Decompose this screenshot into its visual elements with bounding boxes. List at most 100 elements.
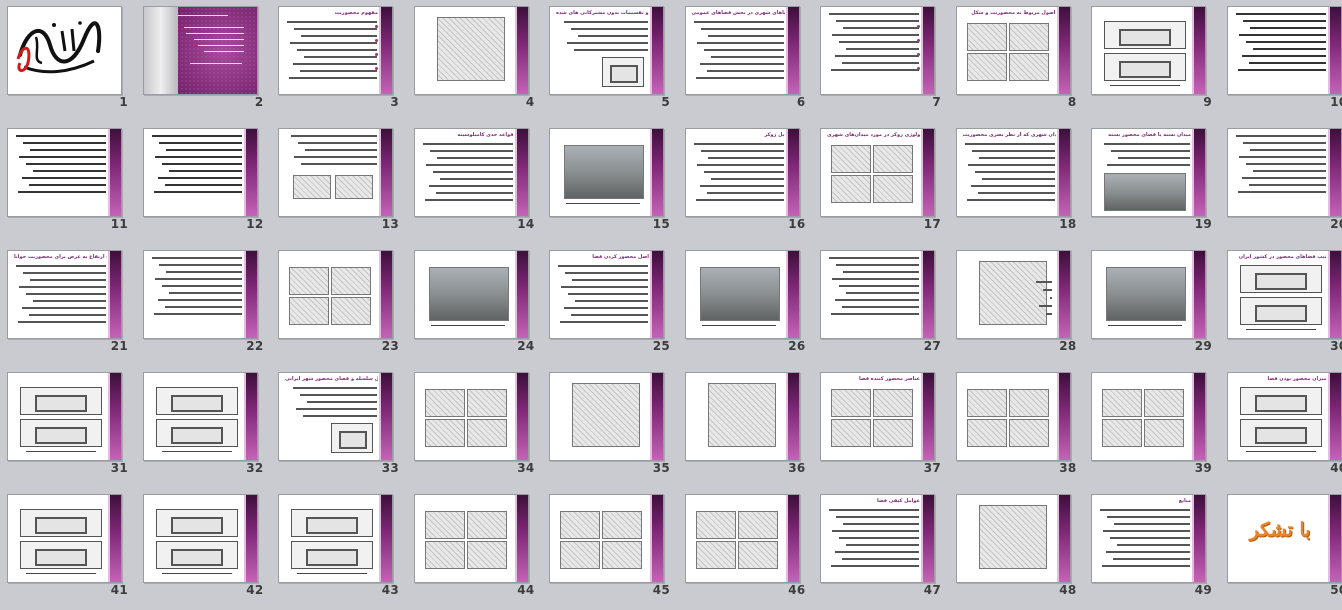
slide-preview[interactable]: [414, 372, 529, 461]
slide-preview[interactable]: [7, 6, 122, 95]
slide-thumbnail-47[interactable]: عوامل کیفی فضا47: [813, 488, 948, 610]
slide-preview[interactable]: [414, 250, 529, 339]
slide-thumbnail-17[interactable]: تیپولوژی زوکر در مورد میدان‌های شهری17: [813, 122, 948, 244]
slide-thumbnail-46[interactable]: 46: [678, 488, 813, 610]
slide-preview[interactable]: عوامل کیفی فضا: [820, 494, 935, 583]
slide-preview[interactable]: اصل سلسله و فضای محصور شهر ایرانی: [278, 372, 393, 461]
slide-thumbnail-27[interactable]: 27: [813, 244, 948, 366]
slide-thumbnail-11[interactable]: 11: [0, 122, 135, 244]
slide-preview[interactable]: [956, 494, 1071, 583]
slide-preview[interactable]: [820, 250, 935, 339]
slide-preview[interactable]: [7, 128, 122, 217]
slide-preview[interactable]: [7, 372, 122, 461]
slide-preview[interactable]: [685, 250, 800, 339]
slide-preview[interactable]: [143, 6, 258, 95]
slide-thumbnail-3[interactable]: مفهوم محصوریت3: [271, 0, 406, 122]
slide-preview[interactable]: [143, 128, 258, 217]
slide-thumbnail-34[interactable]: 34: [407, 366, 542, 488]
slide-thumbnail-7[interactable]: 7: [813, 0, 948, 122]
slide-preview[interactable]: [956, 250, 1071, 339]
slide-thumbnail-38[interactable]: 38: [949, 366, 1084, 488]
slide-preview[interactable]: [278, 494, 393, 583]
slide-preview[interactable]: عناصر محصور کننده فضا: [820, 372, 935, 461]
slide-preview[interactable]: [143, 250, 258, 339]
slide-preview[interactable]: [549, 372, 664, 461]
slide-thumbnail-23[interactable]: 23: [271, 244, 406, 366]
slide-thumbnail-14[interactable]: قواعد حدی کامیلوسیته14: [407, 122, 542, 244]
slide-preview[interactable]: میزان محصور بودن فضا: [1227, 372, 1342, 461]
slide-thumbnail-5[interactable]: اصول ساماندهی و تقسیمات بدون مشترکاتی ها…: [542, 0, 677, 122]
slide-thumbnail-37[interactable]: عناصر محصور کننده فضا37: [813, 366, 948, 488]
slide-thumbnail-43[interactable]: 43: [271, 488, 406, 610]
slide-preview[interactable]: [143, 494, 258, 583]
slide-thumbnail-39[interactable]: 39: [1084, 366, 1219, 488]
slide-preview[interactable]: قواعد حدی کامیلوسیته: [414, 128, 529, 217]
slide-thumbnail-33[interactable]: اصل سلسله و فضای محصور شهر ایرانی33: [271, 366, 406, 488]
slide-thumbnail-25[interactable]: اصل محصور کردن فضا25: [542, 244, 677, 366]
slide-thumbnail-50[interactable]: با تشکر50: [1220, 488, 1342, 610]
slide-preview[interactable]: [278, 250, 393, 339]
slide-preview[interactable]: اصول مربوط به محصوریت و شکل: [956, 6, 1071, 95]
slide-preview[interactable]: [414, 6, 529, 95]
slide-thumbnail-8[interactable]: اصول مربوط به محصوریت و شکل8: [949, 0, 1084, 122]
slide-thumbnail-21[interactable]: نسبت ارتفاع به عرض برای محصوریت خوانا21: [0, 244, 135, 366]
slide-thumbnail-16[interactable]: پل زوکر16: [678, 122, 813, 244]
slide-thumbnail-18[interactable]: زوکر نیز تیپ میدان شهری که از نظر بصری م…: [949, 122, 1084, 244]
slide-thumbnail-24[interactable]: 24: [407, 244, 542, 366]
slide-preview[interactable]: با تشکر: [1227, 494, 1342, 583]
slide-preview[interactable]: [1091, 250, 1206, 339]
slide-preview[interactable]: [1227, 6, 1342, 95]
slide-preview[interactable]: [549, 128, 664, 217]
slide-preview[interactable]: [278, 128, 393, 217]
slide-preview[interactable]: تیپ فضاهای محصور در کشور ایران: [1227, 250, 1342, 339]
slide-preview[interactable]: میدان بسته یا فضای محصور بسته: [1091, 128, 1206, 217]
slide-thumbnail-6[interactable]: در سیستم فضاهای شهری در بخش فضاهای عمومی…: [678, 0, 813, 122]
slide-preview[interactable]: [1091, 372, 1206, 461]
slide-preview[interactable]: اصل محصور کردن فضا: [549, 250, 664, 339]
slide-preview[interactable]: [1227, 128, 1342, 217]
slide-thumbnail-44[interactable]: 44: [407, 488, 542, 610]
slide-thumbnail-45[interactable]: 45: [542, 488, 677, 610]
slide-thumbnail-31[interactable]: 31: [0, 366, 135, 488]
slide-thumbnail-28[interactable]: 28: [949, 244, 1084, 366]
slide-preview[interactable]: [956, 372, 1071, 461]
slide-preview[interactable]: زوکر نیز تیپ میدان شهری که از نظر بصری م…: [956, 128, 1071, 217]
slide-preview[interactable]: [685, 494, 800, 583]
slide-thumbnail-12[interactable]: 12: [136, 122, 271, 244]
slide-thumbnail-26[interactable]: 26: [678, 244, 813, 366]
slide-preview[interactable]: [820, 6, 935, 95]
slide-thumbnail-49[interactable]: منابع49: [1084, 488, 1219, 610]
slide-thumbnail-35[interactable]: 35: [542, 366, 677, 488]
slide-preview[interactable]: [549, 494, 664, 583]
slide-preview[interactable]: مفهوم محصوریت: [278, 6, 393, 95]
slide-preview[interactable]: اصول ساماندهی و تقسیمات بدون مشترکاتی ها…: [549, 6, 664, 95]
slide-thumbnail-2[interactable]: 2: [136, 0, 271, 122]
slide-thumbnail-20[interactable]: 20: [1220, 122, 1342, 244]
slide-thumbnail-42[interactable]: 42: [136, 488, 271, 610]
slide-thumbnail-13[interactable]: 13: [271, 122, 406, 244]
slide-thumbnail-40[interactable]: میزان محصور بودن فضا40: [1220, 366, 1342, 488]
slide-thumbnail-32[interactable]: 32: [136, 366, 271, 488]
slide-preview[interactable]: منابع: [1091, 494, 1206, 583]
slide-preview[interactable]: [7, 494, 122, 583]
slide-preview[interactable]: در سیستم فضاهای شهری در بخش فضاهای عمومی: [685, 6, 800, 95]
slide-preview[interactable]: نسبت ارتفاع به عرض برای محصوریت خوانا: [7, 250, 122, 339]
slide-thumbnail-9[interactable]: 9: [1084, 0, 1219, 122]
slide-thumbnail-36[interactable]: 36: [678, 366, 813, 488]
slide-preview[interactable]: پل زوکر: [685, 128, 800, 217]
slide-preview[interactable]: تیپولوژی زوکر در مورد میدان‌های شهری: [820, 128, 935, 217]
slide-thumbnail-4[interactable]: 4: [407, 0, 542, 122]
slide-preview[interactable]: [685, 372, 800, 461]
slide-thumbnail-10[interactable]: 10: [1220, 0, 1342, 122]
slide-thumbnail-29[interactable]: 29: [1084, 244, 1219, 366]
slide-preview[interactable]: [143, 372, 258, 461]
slide-thumbnail-15[interactable]: 15: [542, 122, 677, 244]
slide-thumbnail-41[interactable]: 41: [0, 488, 135, 610]
slide-thumbnail-1[interactable]: 1: [0, 0, 135, 122]
slide-preview[interactable]: [1091, 6, 1206, 95]
slide-preview[interactable]: [414, 494, 529, 583]
slide-thumbnail-19[interactable]: میدان بسته یا فضای محصور بسته19: [1084, 122, 1219, 244]
slide-thumbnail-48[interactable]: 48: [949, 488, 1084, 610]
slide-thumbnail-30[interactable]: تیپ فضاهای محصور در کشور ایران30: [1220, 244, 1342, 366]
slide-thumbnail-22[interactable]: 22: [136, 244, 271, 366]
